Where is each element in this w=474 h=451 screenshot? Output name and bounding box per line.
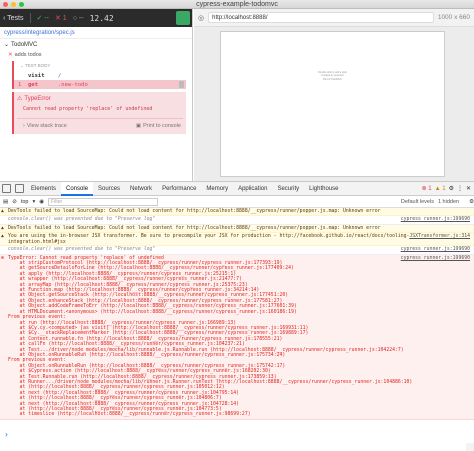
error-message: Cannot read property 'replace' of undefi…	[23, 106, 153, 112]
element-count-badge	[179, 81, 184, 88]
tab-performance[interactable]: Performance	[157, 182, 201, 196]
hidden-count: 1 hidden	[437, 198, 460, 205]
console-prompt[interactable]: ›	[4, 430, 9, 439]
console-messages: ▲ DevTools failed to load SourceMap: Coul…	[0, 208, 474, 420]
console-filter-input[interactable]: Filter	[48, 197, 159, 206]
error-title: ⚠ TypeError	[17, 95, 51, 103]
devtools-panel: Elements Console Sources Network Perform…	[0, 181, 474, 451]
test-body: ⌄ TEST BODY visit / 1 get .new-todo	[12, 61, 186, 89]
console-message-warning[interactable]: ▲ You are using the in-browser JSX transf…	[0, 233, 474, 247]
tab-console[interactable]: Console	[61, 181, 94, 196]
aut-url[interactable]: http://localhost:8888/	[208, 12, 434, 23]
tab-lighthouse[interactable]: Lighthouse	[304, 182, 343, 196]
error-panel: ⚠ TypeError Cannot read property 'replace…	[12, 92, 186, 134]
warning-icon: ▲	[1, 209, 4, 214]
reporter-stats-bar: ‹ Tests ✓ -- ✕ 1 ○ -- 12.42	[0, 9, 192, 27]
tab-application[interactable]: Application	[233, 182, 272, 196]
fail-x-icon: ✕	[8, 52, 13, 58]
chevron-down-icon: ⌄	[4, 42, 10, 48]
tab-sources[interactable]: Sources	[93, 182, 125, 196]
duration: 12.42	[89, 13, 114, 23]
sidebar-toggle-icon[interactable]: ▤	[3, 199, 8, 205]
viewport-size[interactable]: 1000 x 660	[438, 14, 470, 21]
devtools-tabbar: Elements Console Sources Network Perform…	[0, 181, 474, 196]
console-message-warning[interactable]: ▲ DevTools failed to load SourceMap: Coul…	[0, 224, 474, 234]
tab-security[interactable]: Security	[272, 182, 304, 196]
log-levels-select[interactable]: Default levels	[401, 199, 434, 205]
auto-scroll-indicator[interactable]	[176, 11, 190, 25]
console-message-error[interactable]: ⊗ TypeError: Cannot read property 'replac…	[0, 254, 474, 420]
command-row[interactable]: visit /	[14, 71, 186, 80]
source-link[interactable]: cypress_runner.js:199690	[401, 256, 470, 261]
console-message-info[interactable]: console.clear() was prevented due to "Pr…	[0, 246, 474, 255]
test-body-label: ⌄ TEST BODY	[20, 63, 51, 68]
devtools-right-controls: ⊗ 1 ▲ 1 ⚙ ⋮ ✕	[422, 185, 474, 193]
warning-icon: ⚠	[17, 96, 23, 102]
chevron-down-icon: ▾	[32, 198, 36, 205]
cypress-reporter: ‹ Tests ✓ -- ✕ 1 ○ -- 12.42 cypress/inte…	[0, 9, 193, 181]
inspect-element-icon[interactable]	[2, 184, 11, 193]
tab-elements[interactable]: Elements	[26, 182, 61, 196]
tab-network[interactable]: Network	[125, 182, 157, 196]
warning-icon: ▲	[1, 234, 4, 240]
selector-playground-icon[interactable]: ◎	[198, 14, 204, 22]
terminal-icon: ▣	[135, 123, 142, 129]
pending-count: ○ --	[72, 14, 84, 22]
window-title: cypress-example-todomvc	[196, 1, 278, 8]
chevron-down-icon: ⌄	[20, 63, 24, 68]
warning-icon: ▲	[1, 225, 4, 231]
settings-gear-icon[interactable]: ⚙	[449, 185, 454, 192]
source-link[interactable]: JSXTransformer.js:314	[409, 234, 470, 239]
error-circle-icon: ⊗	[1, 255, 4, 261]
tab-memory[interactable]: Memory	[201, 182, 233, 196]
print-to-console-button[interactable]: ▣ Print to console	[136, 123, 181, 129]
error-footer: › View stack trace ▣ Print to console	[17, 118, 183, 131]
spec-path[interactable]: cypress/integration/spec.js	[0, 27, 192, 39]
command-row-error[interactable]: 1 get .new-todo	[14, 80, 186, 89]
tests-menu-button[interactable]: ‹ Tests	[3, 15, 24, 22]
live-expression-eye-icon[interactable]: ◉	[39, 199, 44, 205]
window-titlebar: cypress-example-todomvc	[0, 0, 474, 9]
suite-title[interactable]: ⌄ TodoMVC	[0, 39, 192, 50]
aut-url-bar: ◎ http://localhost:8888/ 1000 x 660	[194, 9, 474, 27]
console-message-warning[interactable]: ▲ DevTools failed to load SourceMap: Coul…	[0, 208, 474, 217]
warning-count-badge[interactable]: ▲ 1	[435, 186, 446, 192]
passed-count: ✓ --	[36, 15, 49, 22]
device-toolbar-icon[interactable]	[15, 184, 24, 193]
app-under-test-frame: ◎ http://localhost:8888/ 1000 x 660 Doub…	[194, 9, 474, 181]
console-message-info[interactable]: console.clear() was prevented due to "Pr…	[0, 216, 474, 225]
aut-viewport[interactable]: Double-click to edit a todo Created by p…	[220, 31, 445, 177]
source-link[interactable]: cypress_runner.js:199690	[401, 247, 470, 252]
app-root: cypress-example-todomvc ‹ Tests ✓ -- ✕ 1…	[0, 0, 474, 451]
error-count-badge[interactable]: ⊗ 1	[422, 185, 432, 192]
chevron-right-icon: ›	[23, 123, 25, 129]
clear-console-icon[interactable]: ⊘	[12, 199, 17, 205]
console-filter-bar: ▤ ⊘ top ▾ ◉ Filter Default levels 1 hidd…	[0, 196, 474, 208]
resize-corner	[466, 443, 474, 451]
test-title[interactable]: ✕ adds todos	[0, 50, 192, 60]
context-select[interactable]: top	[21, 199, 29, 205]
todomvc-footer: Double-click to edit a todo Created by p…	[318, 71, 347, 81]
failed-count: ✕ 1	[54, 15, 67, 22]
more-options-icon[interactable]: ⋮	[457, 185, 463, 192]
source-link[interactable]: cypress_runner.js:199690	[401, 217, 470, 222]
console-settings-gear-icon[interactable]: ⚙	[469, 199, 474, 205]
view-stack-trace-button[interactable]: › View stack trace	[23, 123, 67, 129]
close-devtools-icon[interactable]: ✕	[466, 185, 471, 192]
